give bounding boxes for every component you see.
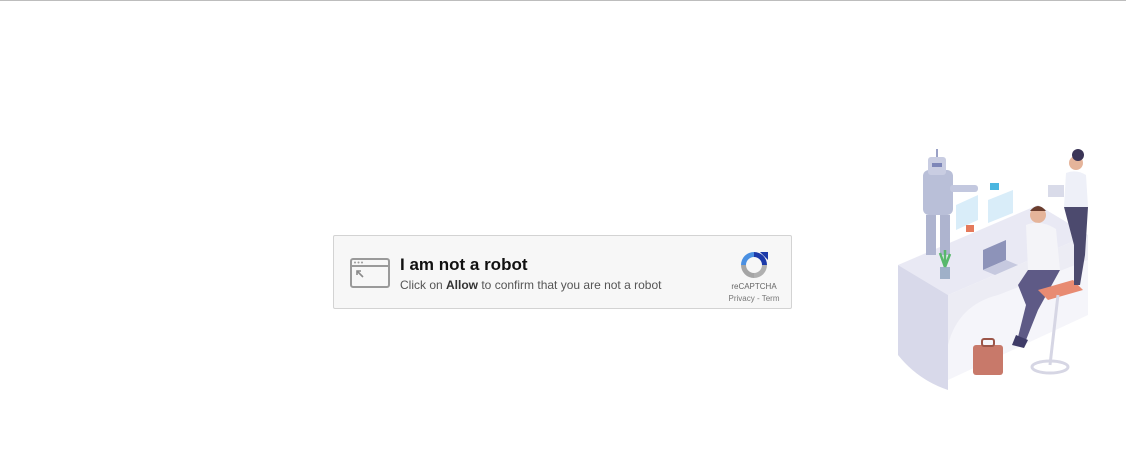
- recaptcha-label: reCAPTCHA: [731, 282, 777, 291]
- office-illustration: [898, 149, 1088, 390]
- browser-window-icon: [350, 258, 390, 288]
- page: I am not a robot Click on Allow to confi…: [0, 0, 1126, 455]
- instruction-allow: Allow: [446, 278, 479, 292]
- top-divider: [0, 0, 1126, 1]
- links-separator: -: [754, 294, 762, 303]
- captcha-title: I am not a robot: [400, 255, 528, 274]
- recaptcha-links: Privacy - Term: [719, 294, 789, 303]
- terms-link[interactable]: Term: [762, 294, 780, 303]
- recaptcha-logo-icon: [741, 252, 768, 278]
- instruction-prefix: Click on: [400, 278, 447, 292]
- privacy-link[interactable]: Privacy: [729, 294, 755, 303]
- captcha-box[interactable]: I am not a robot Click on Allow to confi…: [333, 235, 792, 309]
- instruction-suffix: to confirm that you are not a robot: [478, 278, 662, 292]
- captcha-instruction: Click on Allow to confirm that you are n…: [400, 278, 661, 292]
